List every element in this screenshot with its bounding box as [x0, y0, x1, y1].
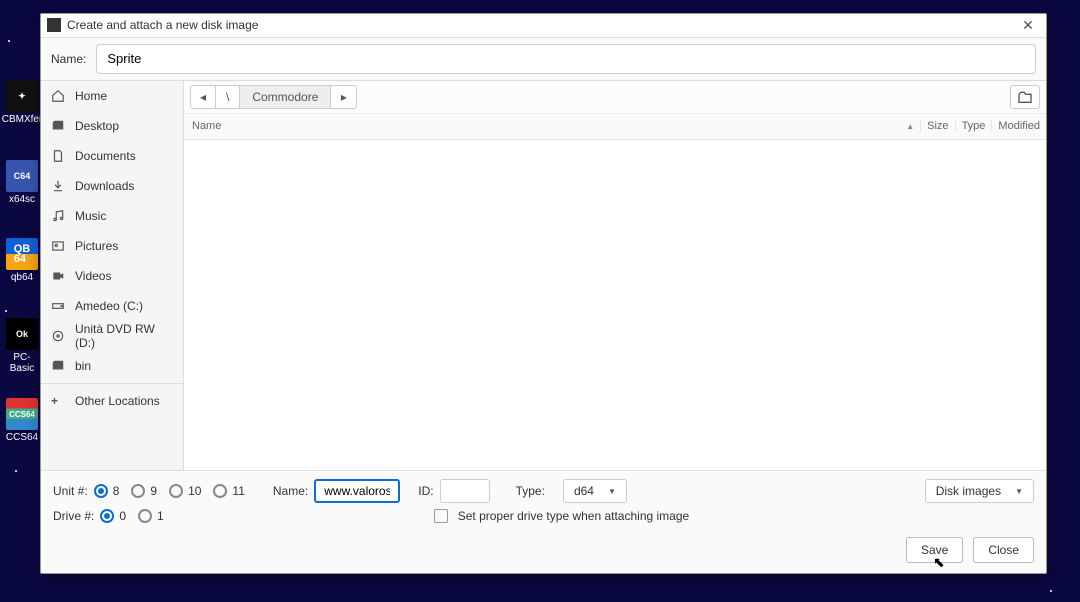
desktop-icon-label: CBMXfer	[2, 114, 43, 125]
sidebar-item-downloads[interactable]: Downloads	[41, 171, 183, 201]
sidebar-item-bin[interactable]: bin	[41, 351, 183, 381]
path-back-button[interactable]: ◂	[190, 85, 216, 109]
unit-radio-10[interactable]: 10	[169, 484, 201, 498]
column-type[interactable]: Type	[955, 120, 992, 132]
close-button[interactable]: Close	[973, 537, 1034, 563]
path-forward-button[interactable]: ▸	[331, 85, 357, 109]
path-root-crumb[interactable]: \	[216, 85, 240, 109]
disk-name-input[interactable]	[96, 44, 1036, 74]
places-sidebar: Home Desktop Documents Downloads Music P…	[41, 81, 184, 470]
list-header: Name Size Type Modified	[184, 114, 1046, 140]
drive-radio-1[interactable]: 1	[138, 509, 164, 523]
unit-radio-11[interactable]: 11	[213, 484, 244, 498]
path-bar: ◂ \ Commodore ▸	[184, 81, 1046, 114]
new-folder-button[interactable]	[1010, 85, 1040, 109]
sidebar-item-drive-dvd[interactable]: Unità DVD RW (D:)	[41, 321, 183, 351]
desktop-icon-label: qb64	[11, 272, 33, 283]
path-current-crumb[interactable]: Commodore	[240, 85, 331, 109]
desktop-icon-cbmxfer[interactable]: ✦ CBMXfer	[2, 80, 42, 125]
file-filter-select[interactable]: Disk images	[925, 479, 1034, 503]
id-label: ID:	[418, 484, 433, 498]
column-size[interactable]: Size	[920, 120, 954, 132]
file-listing[interactable]	[184, 140, 1046, 470]
name2-label: Name:	[273, 484, 308, 498]
sidebar-item-label: Pictures	[75, 239, 118, 253]
sidebar-item-videos[interactable]: Videos	[41, 261, 183, 291]
sidebar-item-label: bin	[75, 359, 91, 373]
create-disk-dialog: Create and attach a new disk image ✕ Nam…	[40, 13, 1047, 574]
unit-label: Unit #:	[53, 484, 88, 498]
dialog-title: Create and attach a new disk image	[67, 18, 1016, 32]
titlebar: Create and attach a new disk image ✕	[41, 14, 1046, 38]
proper-drive-checkbox[interactable]	[434, 509, 448, 523]
drive-radio-0[interactable]: 0	[100, 509, 126, 523]
proper-drive-label: Set proper drive type when attaching ima…	[458, 509, 689, 523]
column-modified[interactable]: Modified	[991, 120, 1046, 132]
sidebar-item-label: Amedeo (C:)	[75, 299, 143, 313]
image-name-input[interactable]	[314, 479, 400, 503]
app-icon	[47, 18, 61, 32]
sidebar-item-music[interactable]: Music	[41, 201, 183, 231]
drive-label: Drive #:	[53, 509, 94, 523]
sidebar-item-other-locations[interactable]: +Other Locations	[41, 386, 183, 416]
sidebar-item-documents[interactable]: Documents	[41, 141, 183, 171]
column-name[interactable]: Name	[184, 120, 920, 132]
sidebar-item-label: Downloads	[75, 179, 134, 193]
unit-radio-8[interactable]: 8	[94, 484, 120, 498]
sidebar-item-label: Videos	[75, 269, 111, 283]
sidebar-item-label: Desktop	[75, 119, 119, 133]
unit-radio-9[interactable]: 9	[131, 484, 157, 498]
sidebar-item-pictures[interactable]: Pictures	[41, 231, 183, 261]
desktop-icon-qb64[interactable]: QB64 qb64	[2, 238, 42, 283]
sidebar-item-desktop[interactable]: Desktop	[41, 111, 183, 141]
name-label: Name:	[51, 52, 86, 66]
image-id-input[interactable]	[440, 479, 490, 503]
sidebar-item-label: Unità DVD RW (D:)	[75, 322, 173, 350]
image-type-select[interactable]: d64	[563, 479, 627, 503]
desktop-icon-x64sc[interactable]: C64 x64sc	[2, 160, 42, 205]
type-label: Type:	[516, 484, 545, 498]
desktop-icon-label: PC-Basic	[2, 352, 42, 374]
sidebar-item-drive-c[interactable]: Amedeo (C:)	[41, 291, 183, 321]
sidebar-item-label: Other Locations	[75, 394, 160, 408]
sidebar-item-label: Documents	[75, 149, 136, 163]
sidebar-item-home[interactable]: Home	[41, 81, 183, 111]
desktop-icon-label: x64sc	[9, 194, 35, 205]
close-icon[interactable]: ✕	[1016, 16, 1040, 34]
desktop-icon-ccs64[interactable]: CCS64 CCS64	[2, 398, 42, 443]
sidebar-item-label: Music	[75, 209, 106, 223]
save-button[interactable]: Save	[906, 537, 963, 563]
sidebar-item-label: Home	[75, 89, 107, 103]
desktop-icon-pcbasic[interactable]: Ok PC-Basic	[2, 318, 42, 374]
desktop-icon-label: CCS64	[6, 432, 38, 443]
